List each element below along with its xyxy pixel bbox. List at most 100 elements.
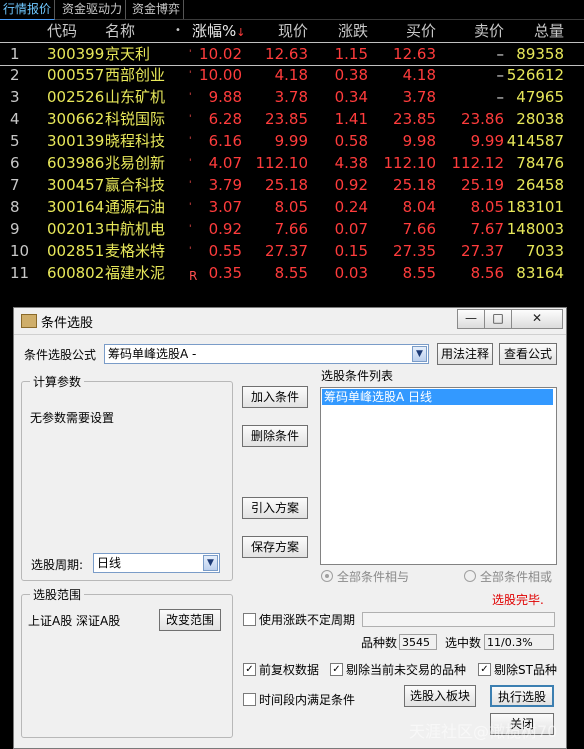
count-field: 3545 [399,634,437,650]
last-price: 112.10 [255,154,309,172]
table-row[interactable]: 5 300139 晓程科技 ' 6.16 9.99 0.58 9.98 9.99 414587 [0,130,584,152]
use-uncertain-period-checkbox[interactable] [243,613,256,626]
pct-change: 9.88 [208,88,242,106]
save-scheme-button[interactable]: 保存方案 [242,536,308,558]
row-index: 2 [10,66,20,84]
usage-notes-button[interactable]: 用法注释 [437,343,493,365]
header-pct-label: 涨幅% [192,22,237,40]
header-code[interactable]: 代码 [47,20,99,42]
exclude-st-checkbox[interactable]: ✓ [478,663,491,676]
period-satisfy-checkbox[interactable] [243,693,256,706]
header-volume[interactable]: 总量 [506,20,564,42]
header-ask[interactable]: 卖价 [446,20,504,42]
row-index: 1 [10,45,20,63]
table-row[interactable]: 1 300399 京天利 ' 10.02 12.63 1.15 12.63–89358 [0,42,584,66]
view-formula-button[interactable]: 查看公式 [499,343,557,365]
exclude-untraded-checkbox[interactable]: ✓ [330,663,343,676]
last-price: 12.63 [265,45,308,63]
condition-list-label: 选股条件列表 [321,369,394,383]
close-window-button[interactable]: ✕ [511,309,563,329]
tab-fund-drive[interactable]: 资金驱动力 [59,0,127,19]
header-name[interactable]: 名称 [105,20,175,42]
params-group-title: 计算参数 [30,373,85,390]
row-index: 5 [10,132,20,150]
chevron-down-icon[interactable]: ▼ [203,555,218,571]
period-label: 选股周期: [31,558,84,572]
table-row[interactable]: 3 002526 山东矿机 ' 9.88 3.78 0.34 3.78–47965 [0,86,584,108]
ask-price: 9.99 [470,132,504,150]
price-change: 0.38 [334,66,368,84]
bid-price: 12.63 [393,45,436,63]
table-row[interactable]: 9 002013 中航机电 ' 0.92 7.66 0.07 7.66 7.67 148003 [0,218,584,240]
ask-price: 23.86 [461,110,504,128]
row-index: 7 [10,176,20,194]
header-price[interactable]: 现价 [252,20,308,42]
radio-all-or-label: 全部条件相或 [480,570,553,584]
radio-all-and[interactable] [321,570,333,582]
chevron-down-icon[interactable]: ▼ [412,346,427,362]
volume: 89358 [516,45,564,63]
stock-name: 麦格米特 [105,242,166,260]
last-price: 3.78 [274,88,308,106]
row-index: 9 [10,220,20,238]
formula-select-value: 筹码单峰选股A - [108,347,197,361]
ask-price: 25.19 [461,176,504,194]
bid-price: 27.35 [393,242,436,260]
sort-desc-icon: ↓ [236,26,246,39]
params-group: 计算参数 无参数需要设置 选股周期: 日线 ▼ [21,373,233,581]
period-satisfy-label: 时间段内满足条件 [259,693,356,707]
prerights-label: 前复权数据 [259,663,320,677]
condition-list-item[interactable]: 筹码单峰选股A 日线 [322,389,553,405]
price-change: 0.07 [334,220,368,238]
maximize-button[interactable]: □ [484,309,512,329]
price-change: 0.92 [334,176,368,194]
price-change: 0.03 [334,264,368,282]
dialog-title: 条件选股 [41,316,94,331]
table-row[interactable]: 11 600802 福建水泥 R 0.35 8.55 0.03 8.55 8.56 83164 [0,262,584,284]
table-row[interactable]: 2 000557 西部创业 ' 10.00 4.18 0.38 4.18–526612 [0,64,584,86]
stock-name: 科锐国际 [105,110,166,128]
period-select[interactable]: 日线 ▼ [93,553,220,573]
run-selection-button[interactable]: 执行选股 [490,685,554,707]
header-pct[interactable]: 涨幅%↓ [192,20,245,42]
prerights-checkbox[interactable]: ✓ [243,663,256,676]
use-uncertain-period-label: 使用涨跌不定周期 [259,613,356,627]
stock-code: 300399 [47,45,105,63]
header-change[interactable]: 涨跌 [318,20,368,42]
radio-all-or[interactable] [464,570,476,582]
stock-name: 山东矿机 [105,88,166,106]
price-change: 0.58 [334,132,368,150]
progress-bar [362,612,555,627]
stock-code: 000557 [47,66,105,84]
add-condition-button[interactable]: 加入条件 [242,386,308,408]
delete-condition-button[interactable]: 删除条件 [242,425,308,447]
quote-table-header: 代码 名称 • 涨幅%↓ 现价 涨跌 买价 卖价 总量 [0,20,584,42]
exclude-untraded-label: 剔除当前未交易的品种 [346,663,467,677]
pct-change: 6.16 [208,132,242,150]
dialog-title-bar: 条件选股 — □ ✕ [14,308,566,335]
condition-list[interactable]: 筹码单峰选股A 日线 [320,387,557,565]
params-text: 无参数需要设置 [30,411,115,425]
tab-fund-game[interactable]: 资金博弈 [129,0,185,19]
volume: 183101 [506,198,564,216]
tab-market-quotes[interactable]: 行情报价 [0,0,56,20]
formula-select[interactable]: 筹码单峰选股A - ▼ [104,344,429,364]
add-to-block-button[interactable]: 选股入板块 [404,685,476,707]
stock-code: 603986 [47,154,105,172]
change-range-button[interactable]: 改变范围 [159,609,221,631]
minimize-button[interactable]: — [457,309,485,329]
table-row[interactable]: 4 300662 科锐国际 ' 6.28 23.85 1.41 23.85 23.86 28038 [0,108,584,130]
row-index: 4 [10,110,20,128]
table-row[interactable]: 10 002851 麦格米特 ' 0.55 27.37 0.15 27.35 27.37 7033 [0,240,584,262]
table-row[interactable]: 6 603986 兆易创新 ' 4.07 112.10 4.38 112.10 112.12 78… [0,152,584,174]
pct-change: 0.92 [208,220,242,238]
table-row[interactable]: 7 300457 赢合科技 ' 3.79 25.18 0.92 25.18 25.19 26458 [0,174,584,196]
row-index: 10 [10,242,30,260]
price-change: 1.15 [334,45,368,63]
stock-name: 兆易创新 [105,154,166,172]
header-bid[interactable]: 买价 [378,20,436,42]
table-row[interactable]: 8 300164 通源石油 ' 3.07 8.05 0.24 8.04 8.05 183101 [0,196,584,218]
import-scheme-button[interactable]: 引入方案 [242,497,308,519]
stock-code: 002013 [47,220,105,238]
bid-price: 9.98 [402,132,436,150]
